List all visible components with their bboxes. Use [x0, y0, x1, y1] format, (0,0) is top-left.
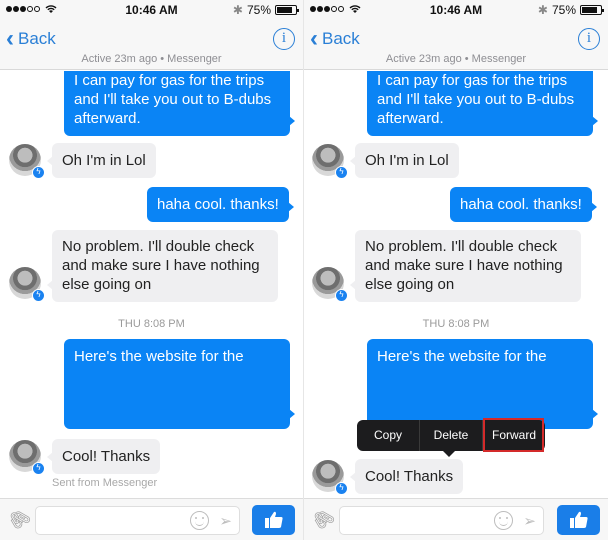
messenger-badge-icon: ϟ: [335, 166, 348, 179]
battery-icon: [580, 5, 604, 15]
sent-from-label: Sent from Messenger: [52, 477, 158, 489]
send-icon[interactable]: ➢: [523, 512, 536, 530]
copy-menu-item[interactable]: Copy: [357, 420, 419, 451]
info-button[interactable]: i: [578, 28, 600, 50]
battery-icon: [275, 5, 299, 15]
messenger-badge-icon: ϟ: [335, 289, 348, 302]
avatar[interactable]: ϟ: [312, 460, 348, 495]
conversation-panel-after: 10:46 AM ✱ 75% ‹ Back i Active 23m ago •…: [304, 0, 608, 540]
bluetooth-icon: ✱: [232, 3, 243, 17]
nav-bar: ‹ Back i Active 23m ago • Messenger: [304, 20, 608, 70]
avatar[interactable]: ϟ: [9, 144, 45, 179]
message-bubble[interactable]: haha cool. thanks!: [450, 187, 597, 222]
message-bubble[interactable]: Oh I'm in Lol: [350, 143, 459, 178]
delete-menu-item[interactable]: Delete: [420, 420, 482, 451]
composer-bar: 🖇 ➢: [0, 498, 303, 540]
conversation-panel-before: 10:46 AM ✱ 75% ‹ Back i Active 23m ago •…: [0, 0, 303, 540]
message-bubble[interactable]: I can pay for gas for the trips and I'll…: [64, 71, 295, 136]
messenger-badge-icon: ϟ: [32, 166, 45, 179]
attachment-icon[interactable]: 🖇: [308, 504, 339, 535]
chevron-left-icon: ‹: [6, 25, 14, 52]
back-button[interactable]: ‹ Back: [310, 25, 360, 52]
message-bubble[interactable]: No problem. I'll double check and make s…: [47, 230, 278, 302]
chevron-left-icon: ‹: [310, 25, 318, 52]
bluetooth-icon: ✱: [537, 3, 548, 17]
back-label: Back: [322, 29, 360, 48]
message-input[interactable]: ➢: [339, 506, 544, 535]
conversation-subtitle: Active 23m ago • Messenger: [385, 53, 527, 65]
messenger-badge-icon: ϟ: [32, 289, 45, 302]
status-bar: 10:46 AM ✱ 75%: [304, 0, 608, 20]
avatar[interactable]: ϟ: [312, 144, 348, 179]
forward-menu-item[interactable]: Forward: [483, 420, 545, 451]
status-bar: 10:46 AM ✱ 75%: [0, 0, 303, 20]
messenger-badge-icon: ϟ: [32, 462, 45, 475]
like-button[interactable]: [252, 505, 295, 535]
timestamp-divider: THU 8:08 PM: [422, 318, 490, 330]
thumbs-up-icon: [264, 511, 283, 528]
message-bubble[interactable]: haha cool. thanks!: [147, 187, 294, 222]
message-context-menu: Copy Delete Forward: [357, 420, 545, 457]
conversation-subtitle: Active 23m ago • Messenger: [81, 53, 222, 65]
emoji-icon[interactable]: [494, 511, 513, 530]
like-button[interactable]: [557, 505, 600, 535]
avatar[interactable]: ϟ: [9, 440, 45, 475]
avatar[interactable]: ϟ: [312, 267, 348, 302]
message-text-field[interactable]: [36, 507, 186, 534]
message-text-field[interactable]: [340, 507, 490, 534]
thumbs-up-icon: [569, 511, 588, 528]
message-bubble[interactable]: I can pay for gas for the trips and I'll…: [367, 71, 598, 136]
message-bubble[interactable]: Here's the website for the: [64, 339, 295, 429]
timestamp-divider: THU 8:08 PM: [118, 318, 185, 330]
info-button[interactable]: i: [273, 28, 295, 50]
battery-percent: 75%: [551, 3, 576, 17]
message-bubble[interactable]: Here's the website for the: [367, 339, 598, 429]
message-bubble[interactable]: Cool! Thanks: [46, 439, 161, 474]
nav-bar: ‹ Back i Active 23m ago • Messenger: [0, 20, 303, 70]
message-input[interactable]: ➢: [35, 506, 240, 535]
send-icon[interactable]: ➢: [219, 512, 232, 530]
emoji-icon[interactable]: [190, 511, 209, 530]
avatar[interactable]: ϟ: [9, 267, 45, 302]
back-label: Back: [18, 29, 56, 48]
battery-percent: 75%: [246, 3, 271, 17]
messenger-badge-icon: ϟ: [335, 482, 348, 495]
message-bubble[interactable]: No problem. I'll double check and make s…: [350, 230, 581, 302]
composer-bar: 🖇 ➢: [304, 498, 608, 540]
message-bubble[interactable]: Cool! Thanks: [349, 459, 464, 494]
attachment-icon[interactable]: 🖇: [4, 504, 35, 535]
back-button[interactable]: ‹ Back: [6, 25, 56, 52]
message-bubble[interactable]: Oh I'm in Lol: [47, 143, 156, 178]
